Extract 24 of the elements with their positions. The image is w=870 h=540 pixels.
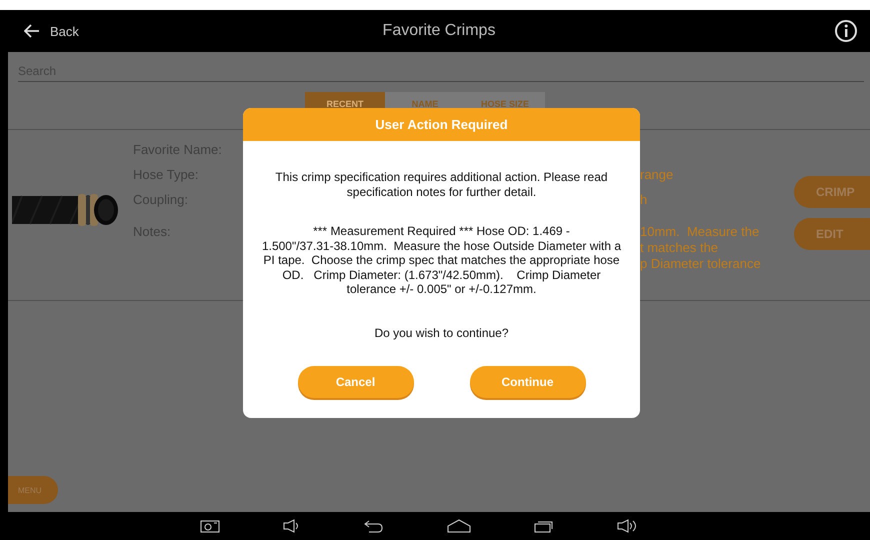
menu-button[interactable]: MENU xyxy=(8,476,58,504)
dialog-message: This crimp specification requires additional action. Please read specification notes for further detail. xyxy=(275,170,608,199)
field-value: h xyxy=(640,192,648,208)
screen-title: Favorite Crimps xyxy=(382,22,496,40)
action-button[interactable]: CRIMP xyxy=(794,176,870,208)
field-value: 10mm. Measure the xyxy=(640,224,760,240)
dialog-notes: *** Measurement Required *** Hose OD: 1.469 - 1.500"/37.31-38.10mm. Measure the hose Outside Diameter with a PI tape. Choose the crimp spec that matches the appropriate hose OD. Crimp Diameter: (1.673"/42.50mm). Crimp Diameter tolerance +/- 0.005" or +/-0.127mm. xyxy=(262,224,622,296)
dialog-button[interactable]: Continue xyxy=(470,366,586,398)
back-button[interactable]: Back xyxy=(20,24,79,38)
action-button[interactable]: EDIT xyxy=(794,218,870,250)
info-icon[interactable] xyxy=(834,19,858,43)
back-arrow-icon xyxy=(24,24,40,38)
recent-apps-icon[interactable] xyxy=(534,519,554,533)
dialog-title: User Action Required xyxy=(243,108,640,141)
field-value: p Diameter tolerance xyxy=(640,256,761,272)
screenshot-icon[interactable] xyxy=(200,519,220,533)
field-value: range xyxy=(640,167,674,183)
volume-up-icon[interactable] xyxy=(616,519,638,533)
home-icon[interactable] xyxy=(446,519,470,533)
back-icon[interactable] xyxy=(364,519,384,533)
volume-down-icon[interactable] xyxy=(282,519,300,533)
field-value: t matches the xyxy=(640,240,720,256)
dialog-button[interactable]: Cancel xyxy=(298,366,414,398)
dialog-question: Do you wish to continue? xyxy=(374,326,509,340)
